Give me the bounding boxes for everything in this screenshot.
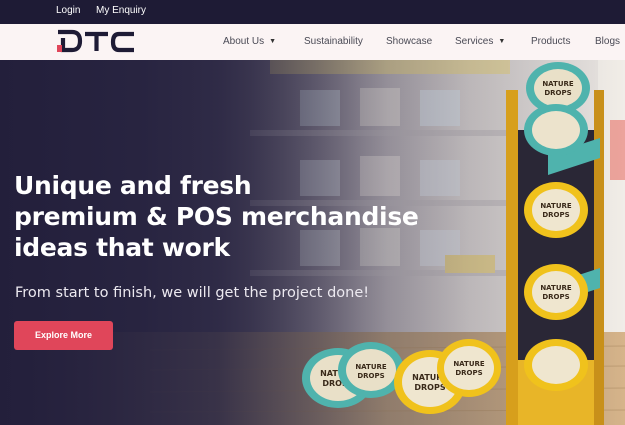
nav-sustainability-label: Sustainability	[304, 36, 363, 47]
svg-text:DROPS: DROPS	[544, 89, 571, 97]
top-utility-bar: Login My Enquiry	[0, 0, 625, 24]
nav-about-us-label: About Us	[223, 36, 265, 47]
nav-blogs-label: Blogs	[595, 36, 621, 47]
chevron-down-icon: ▼	[498, 38, 506, 45]
svg-text:DROPS: DROPS	[414, 383, 445, 392]
svg-text:NATURE: NATURE	[542, 80, 574, 88]
svg-text:NATURE: NATURE	[540, 202, 572, 210]
hero-subline: From start to finish, we will get the pr…	[15, 285, 370, 301]
main-navbar: About Us ▼ Sustainability Showcase Servic…	[0, 24, 625, 60]
nav-about-us[interactable]: About Us ▼	[223, 36, 276, 47]
svg-text:DROPS: DROPS	[542, 293, 569, 301]
login-link[interactable]: Login	[56, 5, 80, 16]
nav-showcase[interactable]: Showcase	[386, 36, 432, 47]
svg-text:DROPS: DROPS	[542, 211, 569, 219]
hero-headline-line-3: ideas that work	[14, 233, 230, 262]
nav-showcase-label: Showcase	[386, 36, 433, 47]
hero-headline: Unique and fresh premium & POS merchandi…	[14, 170, 444, 263]
svg-text:NATURE: NATURE	[540, 284, 572, 292]
nav-products-label: Products	[531, 36, 571, 47]
svg-text:DROPS: DROPS	[357, 372, 384, 380]
hero-headline-line-1: Unique and fresh	[14, 171, 252, 200]
nav-products[interactable]: Products	[531, 36, 570, 47]
svg-text:NATURE: NATURE	[453, 360, 485, 368]
explore-more-button[interactable]: Explore More	[14, 321, 113, 350]
nav-services-label: Services	[455, 36, 494, 47]
svg-text:DROPS: DROPS	[455, 369, 482, 377]
hero-banner: NATURE DROPS NATURE DROPS NATURE DROPS N…	[0, 60, 625, 425]
hero-headline-line-2: premium & POS merchandise	[14, 202, 419, 231]
my-enquiry-link[interactable]: My Enquiry	[96, 5, 146, 16]
nav-blogs[interactable]: Blogs	[595, 36, 620, 47]
nav-sustainability[interactable]: Sustainability	[304, 36, 363, 47]
nav-services[interactable]: Services ▼	[455, 36, 505, 47]
svg-text:NATURE: NATURE	[355, 363, 387, 371]
dtc-logo[interactable]	[56, 28, 138, 54]
chevron-down-icon: ▼	[269, 38, 277, 45]
